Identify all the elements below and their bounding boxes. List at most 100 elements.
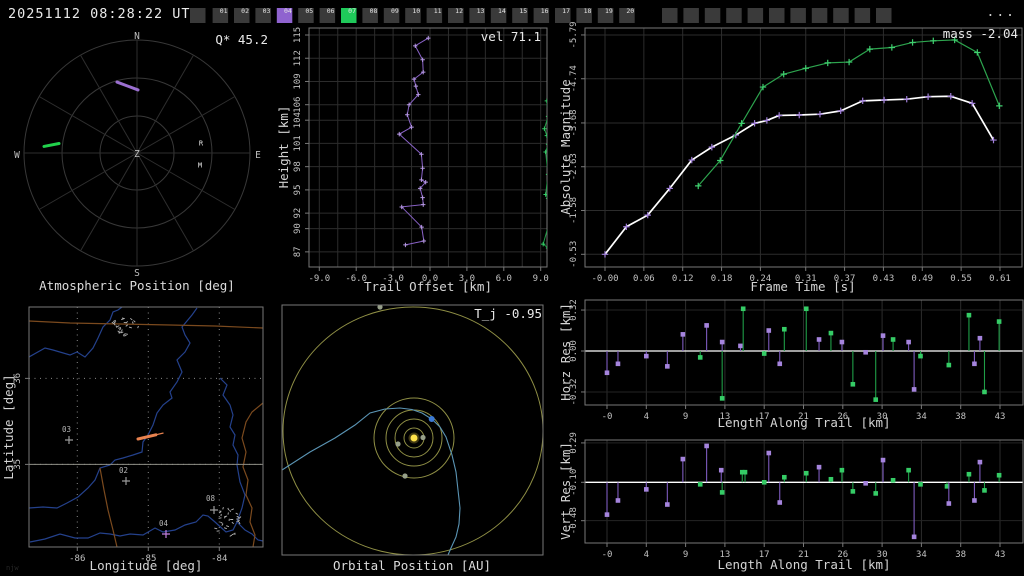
polar-spoke	[38, 152, 138, 210]
y-tick-label: 106	[293, 97, 303, 113]
camera-box-blank[interactable]	[811, 8, 828, 23]
x-tick-label: 9	[683, 412, 688, 422]
residual-marker	[906, 467, 911, 473]
watermark: njw	[6, 564, 19, 572]
map-feature-layer: 03 02 04 08	[29, 307, 263, 547]
residual-marker	[704, 443, 709, 449]
residual-marker	[890, 477, 896, 483]
city-outline	[129, 317, 133, 321]
camera-07-trail-marker	[547, 220, 551, 224]
city-outline	[227, 507, 230, 511]
venus-dot	[395, 441, 401, 447]
topbar: 20251112 08:28:22 UTC 01 02 03 04 05 06 07 08 09…	[8, 5, 1016, 23]
residual-marker	[680, 332, 686, 337]
city-outline	[229, 509, 232, 513]
camera-box-blank[interactable]	[662, 8, 678, 23]
camera-box-blank[interactable]	[190, 8, 206, 23]
camera-box-blank[interactable]	[726, 8, 742, 23]
camera-box-blank[interactable]	[704, 8, 721, 23]
residual-marker	[761, 351, 767, 356]
camera-box-label-02: 02	[241, 7, 249, 15]
city-outline	[122, 333, 126, 336]
camera-04-trail-marker	[405, 112, 410, 117]
residual-marker	[766, 328, 772, 333]
residual-marker	[665, 364, 670, 369]
city-outline	[117, 330, 121, 333]
camera-box-blank[interactable]	[769, 8, 785, 23]
camera-box-label-07: 07	[348, 7, 356, 15]
river-line	[29, 307, 123, 358]
y-tick-label: -0.53	[569, 241, 579, 268]
compass-west-label: W	[14, 150, 20, 161]
x-tick-label: 4	[644, 412, 649, 422]
city-outline	[133, 320, 136, 323]
city-outline	[116, 325, 120, 328]
city-outline	[131, 321, 134, 324]
y-tick-label: 90	[293, 223, 303, 234]
x-tick-label: 4	[644, 550, 649, 560]
x-tick-label: 43	[995, 412, 1006, 422]
camera-07-trail-marker	[542, 126, 547, 131]
camera-box-blank[interactable]	[876, 8, 892, 23]
horz-x-axis-title: Length Along Trail [km]	[717, 415, 890, 430]
residual-marker	[873, 491, 879, 496]
x-tick-label: 9	[683, 550, 688, 560]
panel-ground-map: 03020408-86 -85 -843635 Longitude [deg] La…	[1, 306, 264, 573]
orbit-layer	[282, 305, 543, 555]
residual-marker	[766, 450, 772, 456]
x-tick-label: 0.61	[989, 274, 1011, 284]
station-label-03: 03	[62, 425, 71, 434]
camera-07-lightcurve-marker	[780, 70, 787, 78]
sun-dot	[410, 434, 418, 442]
station-cross-08	[210, 506, 218, 514]
camera-box-label-05: 05	[305, 7, 313, 15]
camera-box-label-13: 13	[477, 7, 485, 15]
x-tick-label: 43	[995, 550, 1006, 560]
plot-frame	[584, 27, 1023, 268]
residual-marker	[966, 471, 972, 477]
camera-07-lightcurve-marker	[845, 58, 853, 66]
camera-box-label-10: 10	[412, 7, 420, 15]
y-tick-label: 98	[293, 161, 303, 172]
residual-marker	[680, 456, 686, 462]
residual-marker	[615, 498, 621, 503]
camera-07-lightcurve-marker	[866, 45, 874, 53]
city-outline	[226, 525, 230, 528]
camera-04-lightcurve-marker	[947, 93, 954, 100]
camera-04-lightcurve-marker	[880, 96, 888, 104]
mercury-dot	[420, 434, 426, 441]
camera-04-lightcurve-marker	[816, 110, 824, 118]
polar-spoke	[136, 152, 236, 210]
zenith-label: Z	[134, 149, 140, 160]
camera-box-blank[interactable]	[854, 8, 871, 23]
x-tick-label: -84	[211, 554, 227, 564]
camera-box-blank[interactable]	[747, 8, 764, 23]
trail-x-axis-title: Trail Offset [km]	[364, 279, 492, 294]
y-tick-label: 87	[293, 246, 303, 257]
camera-box-label-14: 14	[498, 7, 506, 15]
city-outline	[214, 527, 218, 530]
camera-07-trail-marker	[544, 98, 547, 104]
residual-marker	[880, 333, 886, 338]
camera-07-lightcurve-marker	[974, 49, 981, 56]
river-line	[29, 307, 198, 509]
residual-marker	[996, 472, 1002, 478]
camera-box-label-08: 08	[370, 7, 378, 15]
city-outline	[113, 321, 117, 324]
clock: 20251112 08:28:22 UTC	[8, 6, 200, 22]
residual-marker	[777, 361, 783, 367]
residual-marker	[740, 306, 746, 312]
panel-vert-residuals: -0 4 9 13 17 21 26 30 34 38 430.29-0.10-0.48 Lengt…	[558, 432, 1024, 572]
camera-box-label-04: 04	[284, 7, 292, 15]
camera-box-blank[interactable]	[683, 8, 699, 23]
camera-07-lightcurve-marker	[802, 65, 809, 72]
x-tick-label: -0	[602, 412, 613, 422]
station-label-08: 08	[206, 494, 216, 503]
camera-box-blank[interactable]	[833, 8, 849, 23]
overflow-menu-button[interactable]: ...	[987, 5, 1016, 20]
camera-04-trail-marker	[419, 177, 424, 183]
city-outline	[120, 329, 123, 332]
lightcurve-series-layer	[601, 36, 1003, 258]
station-label-04: 04	[159, 519, 169, 528]
camera-box-blank[interactable]	[790, 8, 806, 23]
